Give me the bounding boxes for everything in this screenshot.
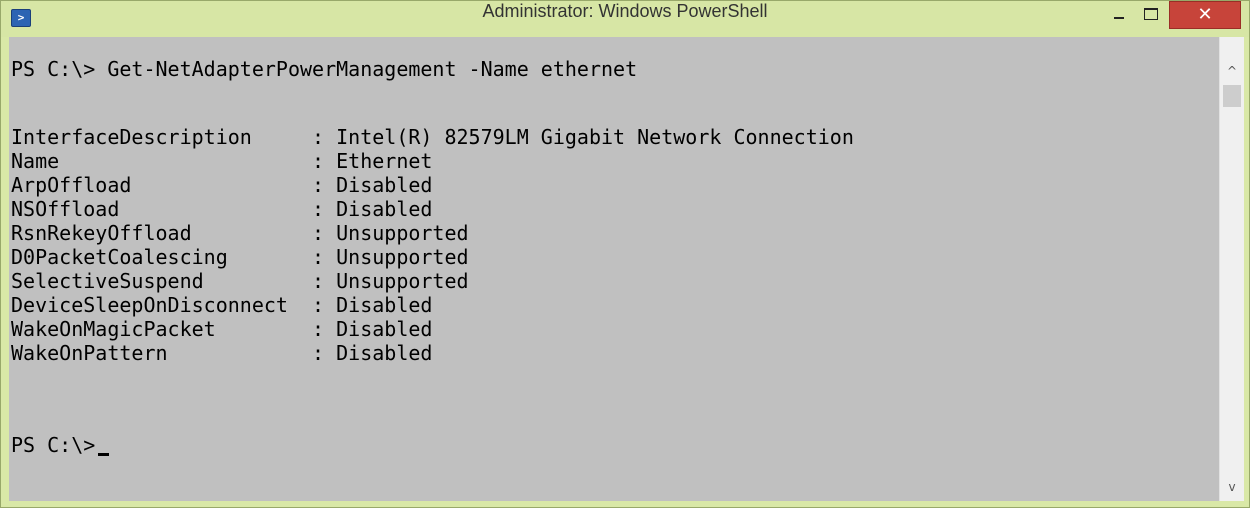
scroll-thumb[interactable] — [1223, 85, 1241, 107]
output-line: RsnRekeyOffload : Unsupported — [11, 221, 469, 245]
text-cursor — [98, 453, 110, 456]
scroll-up-arrow-icon[interactable]: ^ — [1220, 59, 1244, 83]
output-line: NSOffload : Disabled — [11, 197, 433, 221]
minimize-icon — [1114, 17, 1124, 19]
output-line: WakeOnPattern : Disabled — [11, 341, 433, 365]
output-line: Name : Ethernet — [11, 149, 433, 173]
output-line: WakeOnMagicPacket : Disabled — [11, 317, 433, 341]
maximize-icon — [1144, 8, 1158, 20]
title-bar[interactable]: > Administrator: Windows PowerShell ✕ — [1, 1, 1249, 37]
prompt-text: PS C:\> — [11, 433, 96, 457]
output-line: DeviceSleepOnDisconnect : Disabled — [11, 293, 433, 317]
maximize-button[interactable] — [1135, 1, 1167, 27]
output-line: D0PacketCoalescing : Unsupported — [11, 245, 469, 269]
output-line: ArpOffload : Disabled — [11, 173, 433, 197]
close-button[interactable]: ✕ — [1169, 1, 1241, 29]
prompt-line: PS C:\> — [11, 433, 110, 457]
window-title: Administrator: Windows PowerShell — [482, 1, 768, 21]
minimize-button[interactable] — [1103, 1, 1135, 27]
scroll-down-arrow-icon[interactable]: v — [1220, 475, 1244, 499]
vertical-scrollbar[interactable]: ^ v — [1219, 37, 1244, 501]
powershell-window: > Administrator: Windows PowerShell ✕ PS… — [0, 0, 1250, 508]
console-area[interactable]: PS C:\> Get-NetAdapterPowerManagement -N… — [9, 37, 1219, 501]
close-icon: ✕ — [1197, 4, 1213, 25]
command-line: PS C:\> Get-NetAdapterPowerManagement -N… — [11, 57, 638, 81]
output-line: SelectiveSuspend : Unsupported — [11, 269, 469, 293]
output-line: InterfaceDescription : Intel(R) 82579LM … — [11, 125, 854, 149]
